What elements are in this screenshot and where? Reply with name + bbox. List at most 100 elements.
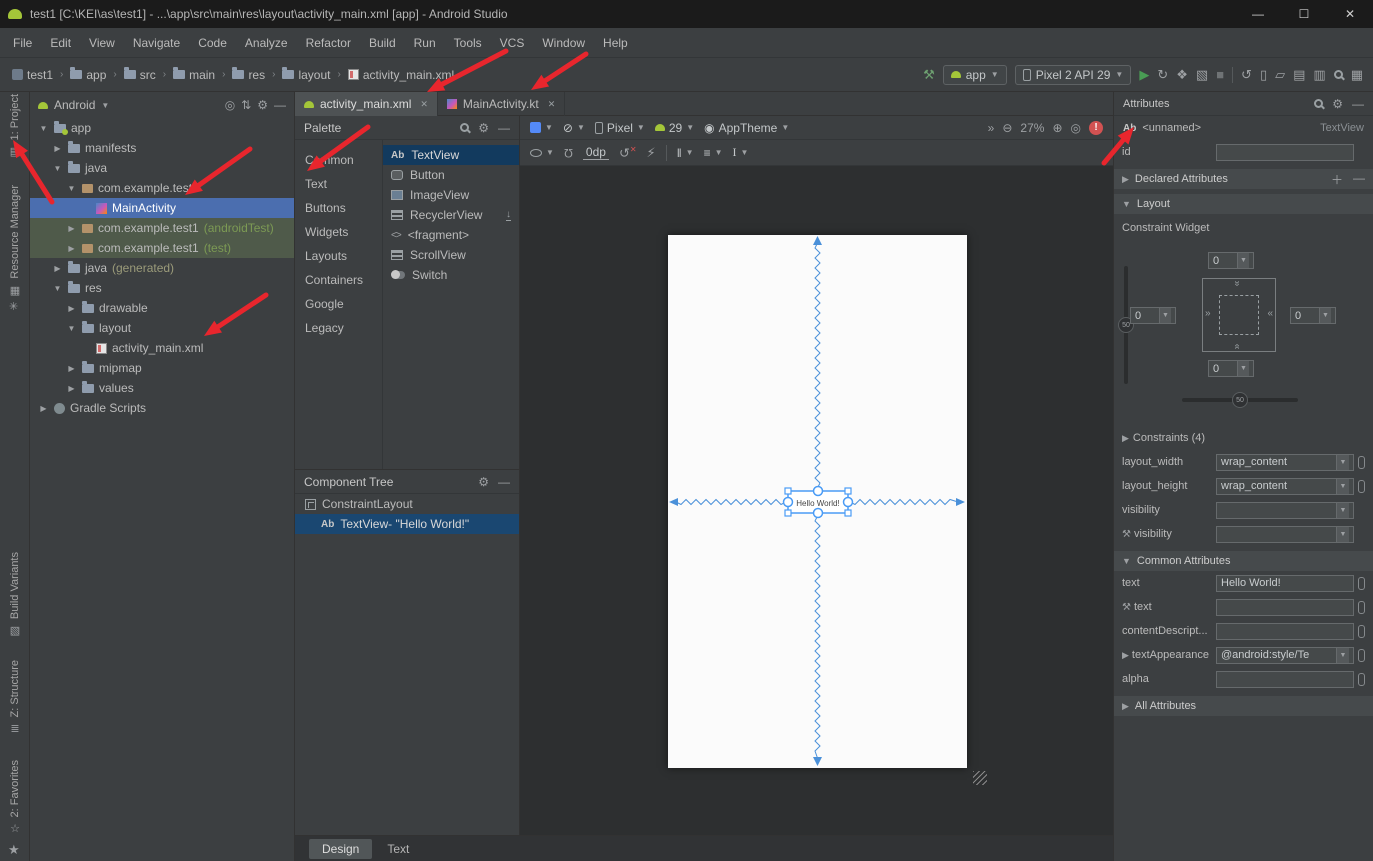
project-tree-item-res[interactable]: ▼res [30,278,294,298]
palette-category-buttons[interactable]: Buttons [295,196,382,220]
project-tree-item-layout[interactable]: ▼layout [30,318,294,338]
palette-category-containers[interactable]: Containers [295,268,382,292]
device-dropdown[interactable]: Pixel 2 API 29 ▼ [1015,65,1132,85]
avd-manager-icon[interactable]: ▱ [1275,68,1285,81]
maximize-button[interactable]: ☐ [1281,0,1327,28]
tree-expand-arrow-icon[interactable]: ▶ [38,404,49,413]
menu-item-code[interactable]: Code [189,32,236,54]
menu-item-analyze[interactable]: Analyze [236,32,297,54]
breadcrumb-item-activity-main-xml[interactable]: activity_main.xml [346,66,456,84]
project-tree-item-activity-main-xml[interactable]: activity_main.xml [30,338,294,358]
tree-expand-arrow-icon[interactable]: ▶ [66,244,77,253]
breadcrumb-item-app[interactable]: app [68,66,108,84]
constraint-connector-right-icon[interactable]: « [1267,308,1273,319]
menu-item-tools[interactable]: Tools [445,32,491,54]
search-icon[interactable] [460,123,469,132]
layout-inspector-icon[interactable]: ▥ [1313,68,1325,81]
menu-item-refactor[interactable]: Refactor [297,32,360,54]
project-tree-item-java[interactable]: ▼java [30,158,294,178]
palette-item-recyclerview[interactable]: RecyclerView↓ [383,205,519,225]
search-everywhere-icon[interactable] [1334,70,1343,79]
close-tab-icon[interactable]: ✕ [548,99,556,110]
zoom-in-icon[interactable]: ⊕ [1052,121,1062,135]
remove-attribute-button[interactable]: — [1353,171,1365,188]
breadcrumb-item-main[interactable]: main [171,66,217,84]
project-tree-item-com-example-test1[interactable]: ▼com.example.test1 [30,178,294,198]
download-icon[interactable]: ↓ [506,210,511,221]
autoconnect-off-icon[interactable]: Ω [564,146,573,160]
palette-category-common[interactable]: Common [295,148,382,172]
dropdown-arrow-icon[interactable]: ▼ [1336,503,1349,518]
project-view-selector[interactable]: Android [54,98,95,112]
apply-changes-icon[interactable]: ↻ [1157,68,1168,81]
dropdown-arrow-icon[interactable]: ▼ [1336,527,1349,542]
theme-selector[interactable]: ◉ AppTheme ▼ [704,121,789,135]
tree-collapse-arrow-icon[interactable]: ▼ [52,284,63,293]
mode-tab-text[interactable]: Text [374,839,422,859]
close-button[interactable]: ✕ [1327,0,1373,28]
dropdown-arrow-icon[interactable]: ▼ [1336,648,1349,663]
project-tree-item-java-generated[interactable]: ▶java (generated) [30,258,294,278]
project-tree-item-com-example-test1-test[interactable]: ▶com.example.test1 (test) [30,238,294,258]
infer-constraints-icon[interactable]: ⚡ [647,146,656,159]
project-tree-item-manifests[interactable]: ▶manifests [30,138,294,158]
api-version-selector[interactable]: 29 ▼ [655,121,694,135]
zoom-out-icon[interactable]: ⊖ [1002,121,1012,135]
clear-constraints-icon[interactable]: ↺✕ [619,146,637,159]
menu-item-vcs[interactable]: VCS [491,32,534,54]
add-attribute-button[interactable]: ＋ [1331,171,1343,188]
pack-menu[interactable]: I ▼ [733,145,749,160]
constraint-connector-left-icon[interactable]: » [1205,308,1211,319]
horizontal-bias-knob[interactable]: 50 [1232,392,1248,408]
chevron-down-icon[interactable]: ▼ [101,101,109,110]
margin-left-dropdown[interactable]: 0▼ [1130,307,1176,324]
tool-stripe-2-favorites[interactable]: 2: Favorites☆ [0,760,30,840]
margin-top-dropdown[interactable]: 0▼ [1208,252,1254,269]
resource-picker-button[interactable] [1358,673,1365,686]
hide-panel-icon[interactable]: — [498,475,510,489]
dropdown-arrow-icon[interactable]: ▼ [1336,455,1349,470]
menu-item-view[interactable]: View [80,32,124,54]
tree-expand-arrow-icon[interactable]: ▶ [66,364,77,373]
device-screen-canvas[interactable] [668,235,967,768]
palette-category-layouts[interactable]: Layouts [295,244,382,268]
tree-expand-arrow-icon[interactable]: ▶ [66,304,77,313]
minimize-button[interactable]: — [1235,0,1281,28]
tree-expand-arrow-icon[interactable]: ▶ [66,384,77,393]
editor-tab-mainactivity-kt[interactable]: MainActivity.kt✕ [438,92,565,116]
default-margins-button[interactable]: 0dp [583,145,609,160]
sdk-manager-icon[interactable]: ▤ [1293,68,1305,81]
palette-item-button[interactable]: Button [383,165,519,185]
tree-expand-arrow-icon[interactable]: ▶ [52,264,63,273]
settings-gear-icon[interactable]: ⚙ [1332,97,1343,111]
tree-collapse-arrow-icon[interactable]: ▼ [66,324,77,333]
palette-item-scrollview[interactable]: ScrollView [383,245,519,265]
guidelines-menu[interactable]: ‖ ▼ [677,146,694,160]
project-tree-item-app[interactable]: ▼app [30,118,294,138]
dropdown-arrow-icon[interactable]: ▼ [1336,479,1349,494]
editor-tab-activity-main-xml[interactable]: activity_main.xml✕ [295,92,438,116]
orientation-selector[interactable]: ⊘ ▼ [563,121,585,135]
tool-stripe-resource-manager[interactable]: Resource Manager▦ [0,185,30,303]
margin-bottom-dropdown[interactable]: 0▼ [1208,360,1254,377]
project-tree-item-drawable[interactable]: ▶drawable [30,298,294,318]
project-tree-item-gradle-scripts[interactable]: ▶Gradle Scripts [30,398,294,418]
project-tree-item-values[interactable]: ▶values [30,378,294,398]
constraint-widget[interactable]: 50 0▼ 0▼ 0▼ 0▼ » « » » 50 [1122,238,1365,426]
tool-stripe-z-structure[interactable]: Z: Structure≣ [0,660,30,756]
menu-item-navigate[interactable]: Navigate [124,32,189,54]
resize-grip-icon[interactable] [973,771,987,785]
resource-picker-button[interactable] [1358,649,1365,662]
view-options-menu[interactable]: ▼ [530,148,554,157]
layout-section[interactable]: ▼ Layout [1114,194,1373,214]
resource-picker-button[interactable] [1358,601,1365,614]
palette-category-google[interactable]: Google [295,292,382,316]
overflow-chevron-icon[interactable]: » [988,121,995,135]
tool-stripe-build-variants[interactable]: Build Variants▧ [0,552,30,656]
palette-item-imageview[interactable]: ImageView [383,185,519,205]
menu-item-run[interactable]: Run [405,32,445,54]
settings-gear-icon[interactable]: ⚙ [257,98,268,112]
attribute-value-field[interactable] [1216,599,1354,616]
palette-item-switch[interactable]: Switch [383,265,519,285]
mode-tab-design[interactable]: Design [309,839,372,859]
